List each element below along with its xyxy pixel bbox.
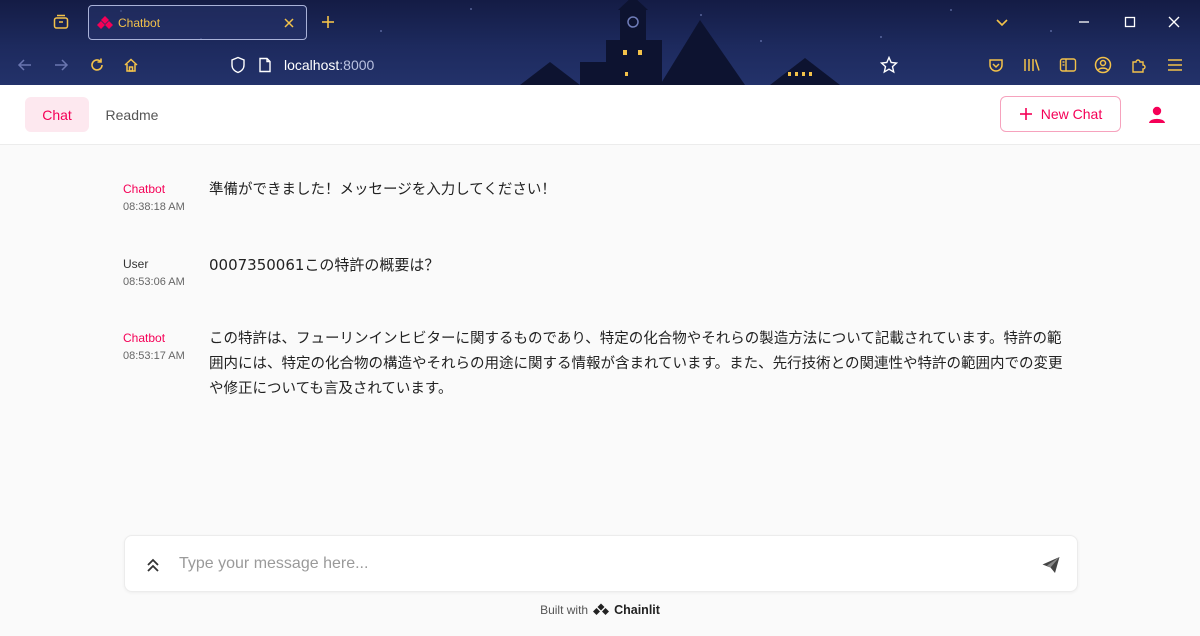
- home-button[interactable]: [120, 54, 142, 76]
- user-menu-button[interactable]: [1146, 104, 1168, 126]
- message-item: Chatbot 08:53:17 AM この特許は、フューリンインヒビターに関す…: [123, 331, 1083, 411]
- message-text: 準備ができました！メッセージを入力してください！: [209, 182, 556, 198]
- close-icon[interactable]: [281, 15, 297, 31]
- url-port: :8000: [339, 57, 375, 73]
- pocket-icon: [989, 59, 1003, 72]
- message-item: Chatbot 08:38:18 AM 準備ができました！メッセージを入力してく…: [123, 182, 1083, 222]
- tab-list-button[interactable]: [50, 11, 72, 33]
- puzzle-icon: [1132, 59, 1146, 73]
- new-tab-button[interactable]: [318, 12, 338, 32]
- user-avatar-icon: [1149, 106, 1165, 123]
- arrow-right-icon: [55, 59, 69, 71]
- sidebar-icon: [1059, 58, 1077, 72]
- arrow-left-icon: [17, 59, 31, 71]
- nav-tab-readme[interactable]: Readme: [95, 97, 169, 132]
- plus-icon: [1019, 108, 1032, 120]
- tab-title: Chatbot: [118, 15, 161, 30]
- message-author: User: [123, 257, 149, 271]
- shield-icon[interactable]: [230, 56, 246, 78]
- maximize-icon: [1124, 16, 1136, 28]
- home-icon: [124, 58, 138, 72]
- message-author: Chatbot: [123, 331, 166, 345]
- chainlit-favicon-icon: [97, 15, 113, 31]
- message-item: User 08:53:06 AM 0007350061この特許の概要は？: [123, 256, 1083, 297]
- chainlit-logo-icon: [593, 603, 610, 615]
- url-host: localhost: [284, 57, 340, 73]
- double-chevron-up-icon: [147, 558, 159, 572]
- message-author: Chatbot: [123, 182, 166, 196]
- chainlit-brand[interactable]: Chainlit: [614, 603, 660, 617]
- hamburger-menu-icon: [1168, 59, 1182, 71]
- reload-button[interactable]: [86, 54, 108, 76]
- message-composer: [124, 535, 1078, 592]
- pocket-button[interactable]: [985, 54, 1007, 76]
- nav-tab-chat[interactable]: Chat: [25, 97, 89, 132]
- maximize-button[interactable]: [1120, 12, 1140, 32]
- minimize-button[interactable]: [1074, 12, 1094, 32]
- page-info-icon[interactable]: [258, 57, 272, 77]
- app-header: Chat Readme New Chat: [0, 85, 1200, 145]
- tab-chatbot[interactable]: Chatbot: [88, 5, 307, 40]
- close-icon: [1168, 16, 1180, 28]
- url-bar[interactable]: localhost:8000: [222, 50, 912, 80]
- extensions-button[interactable]: [1128, 54, 1150, 76]
- list-all-tabs-button[interactable]: [992, 12, 1012, 32]
- send-icon: [1042, 557, 1060, 573]
- new-chat-button[interactable]: New Chat: [1000, 96, 1121, 132]
- reload-icon: [91, 58, 103, 71]
- sidebar-button[interactable]: [1057, 54, 1079, 76]
- account-button[interactable]: [1092, 54, 1114, 76]
- minimize-icon: [1079, 21, 1089, 23]
- chevron-down-icon: [996, 19, 1008, 27]
- library-icon: [1024, 59, 1040, 71]
- message-timestamp: 08:53:17 AM: [123, 350, 185, 362]
- tab-list-icon: [53, 14, 69, 29]
- built-with-label: Built with: [540, 603, 589, 617]
- expand-composer-button[interactable]: [142, 554, 164, 576]
- new-chat-label: New Chat: [1040, 106, 1103, 122]
- account-icon: [1094, 56, 1112, 74]
- menu-button[interactable]: [1164, 54, 1186, 76]
- message-input[interactable]: [179, 549, 1019, 579]
- library-button[interactable]: [1021, 54, 1043, 76]
- tab-bar: Chatbot: [0, 0, 1200, 44]
- close-window-button[interactable]: [1164, 12, 1184, 32]
- navigation-bar: localhost:8000: [0, 44, 1200, 85]
- forward-button[interactable]: [50, 54, 72, 76]
- message-timestamp: 08:38:18 AM: [123, 201, 185, 213]
- message-timestamp: 08:53:06 AM: [123, 276, 185, 288]
- message-text: 0007350061この特許の概要は？: [209, 256, 440, 274]
- footer: Built with Chainlit: [0, 601, 1200, 619]
- back-button[interactable]: [14, 54, 36, 76]
- plus-icon: [322, 16, 334, 28]
- bookmark-star-icon[interactable]: [879, 55, 899, 78]
- send-button[interactable]: [1040, 554, 1062, 576]
- message-list: Chatbot 08:38:18 AM 準備ができました！メッセージを入力してく…: [0, 145, 1200, 535]
- url-text[interactable]: localhost:8000: [284, 57, 374, 73]
- browser-chrome: Chatbot localhost:8000: [0, 0, 1200, 85]
- message-text: この特許は、フューリンインヒビターに関するものであり、特定の化合物やそれらの製造…: [209, 331, 1063, 397]
